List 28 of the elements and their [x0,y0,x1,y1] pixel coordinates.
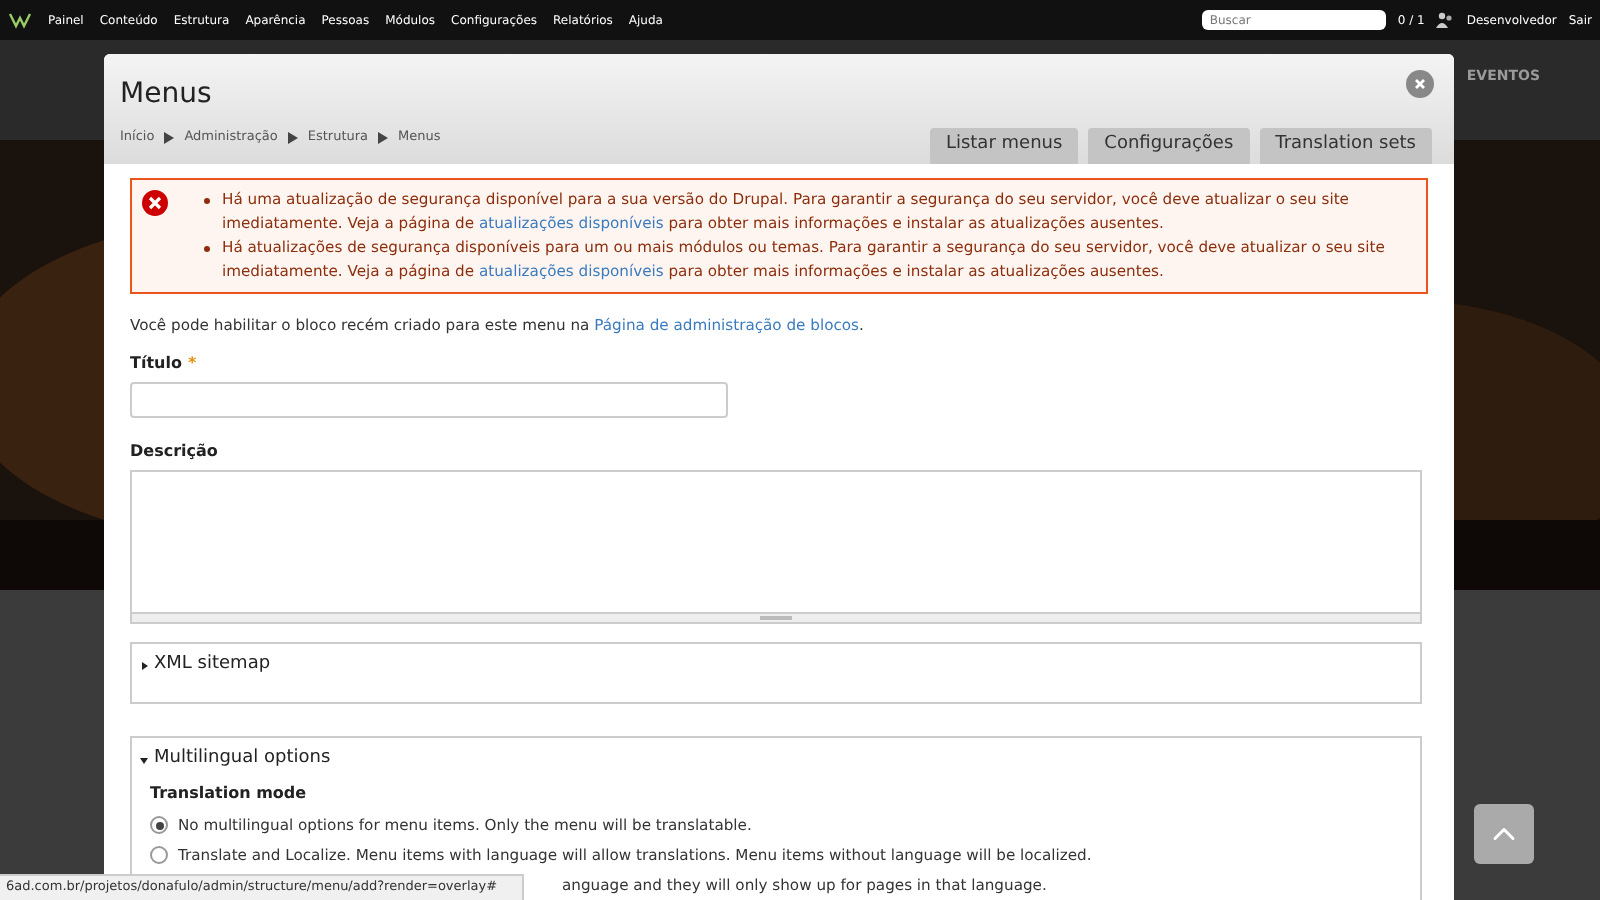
radio-button[interactable] [150,846,168,865]
fieldset-toggle[interactable]: Multilingual options [140,746,1412,774]
dialog-title: Menus [120,76,212,114]
title-field[interactable] [130,382,728,419]
field-label: Título [130,352,182,377]
error-icon [142,190,168,216]
home-icon[interactable] [8,10,32,30]
bullet-icon [204,246,210,252]
arrow-icon [164,131,175,144]
group-label: Translation mode [150,781,309,806]
tab[interactable]: Configurações [1088,128,1250,164]
arrow-icon [287,131,298,144]
resize-handle[interactable] [130,614,1422,625]
required-mark: * [187,352,197,377]
arrow-icon [378,131,389,144]
triangle-icon [140,662,148,671]
field-label: Descrição [130,440,220,465]
fieldset-toggle[interactable]: XML sitemap [140,652,1412,680]
triangle-icon [140,756,148,765]
tab[interactable]: Translation sets [1259,128,1432,164]
tab[interactable]: Listar menus [929,128,1079,164]
bullet-icon [204,198,210,204]
close-button[interactable] [1406,70,1434,98]
radio-button[interactable] [150,816,168,835]
people-icon [1436,12,1455,28]
description-field[interactable] [130,470,1422,615]
back-to-top-button[interactable] [1474,804,1534,864]
close-icon [1414,78,1426,90]
